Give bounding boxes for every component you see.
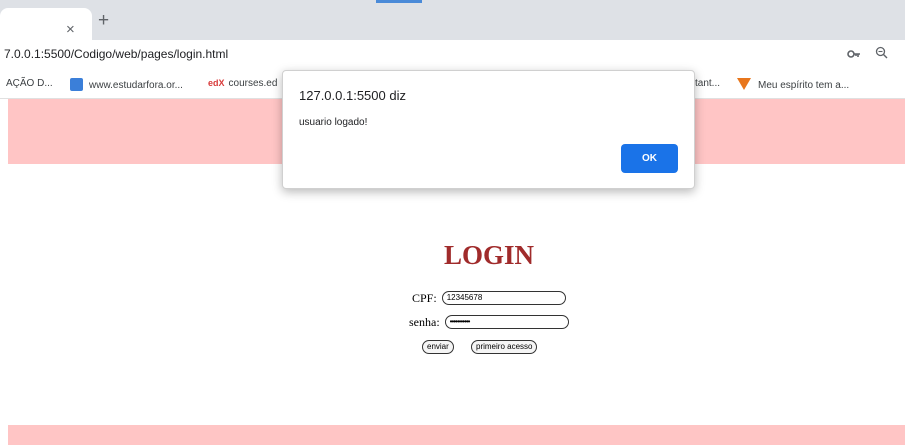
key-icon[interactable] <box>847 48 861 62</box>
address-bar[interactable]: 7.0.0.1:5500/Codigo/web/pages/login.html <box>0 40 905 70</box>
tab-accent-bar <box>376 0 422 3</box>
bookmark-item[interactable]: AÇÃO D... <box>6 78 53 89</box>
page-title: LOGIN <box>443 240 535 270</box>
senha-input[interactable]: ••••••••••• <box>444 315 569 330</box>
ok-button[interactable]: OK <box>621 144 678 173</box>
bookmark-label: AÇÃO D... <box>6 78 53 89</box>
browser-tab-strip: × + <box>0 0 905 40</box>
primeiro-acesso-button[interactable]: primeiro acesso <box>471 340 538 354</box>
bookmark-label: www.estudarfora.or... <box>89 80 183 91</box>
alert-dialog: 127.0.0.1:5500 diz usuario logado! OK <box>282 70 695 189</box>
bookmark-item[interactable]: Meu espírito tem a... <box>737 78 849 91</box>
footer-band <box>8 425 905 445</box>
browser-tab[interactable]: × <box>0 8 92 40</box>
url-text[interactable]: 7.0.0.1:5500/Codigo/web/pages/login.html <box>4 47 228 61</box>
fox-icon <box>737 78 751 90</box>
edx-icon: edX <box>208 78 225 88</box>
dialog-title: 127.0.0.1:5500 diz <box>299 88 406 103</box>
cpf-row: CPF: 12345678 <box>412 290 566 306</box>
bookmark-label: courses.ed <box>228 78 278 89</box>
bookmark-label: tant... <box>695 78 721 89</box>
new-tab-icon[interactable]: + <box>98 11 109 30</box>
enviar-button[interactable]: enviar <box>422 340 454 354</box>
bookmark-label: Meu espírito tem a... <box>758 80 850 91</box>
cpf-label: CPF: <box>412 290 437 305</box>
senha-label: senha: <box>409 314 440 329</box>
cpf-input[interactable]: 12345678 <box>441 291 566 306</box>
bookmark-item[interactable]: edX courses.ed <box>208 78 277 89</box>
bookmark-item[interactable]: tant... <box>695 78 720 89</box>
bookmark-item[interactable]: www.estudarfora.or... <box>70 78 183 91</box>
senha-row: senha: ••••••••••• <box>409 314 569 330</box>
dialog-message: usuario logado! <box>299 117 368 128</box>
estudarfora-icon <box>70 78 83 91</box>
tab-close-icon[interactable]: × <box>66 22 75 37</box>
zoom-icon[interactable] <box>875 46 888 62</box>
